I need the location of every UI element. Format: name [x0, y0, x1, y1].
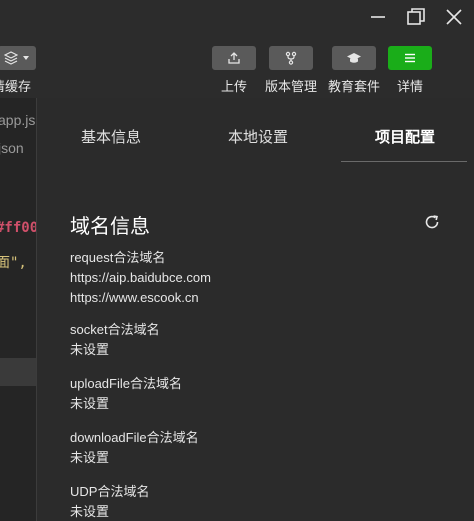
upload-icon: [228, 52, 240, 64]
code-line: 面",: [0, 255, 27, 271]
clear-cache-label: 清缓存: [0, 79, 32, 94]
layers-icon: [4, 51, 18, 65]
restore-icon[interactable]: [405, 6, 427, 28]
edu-label: 教育套件: [327, 79, 380, 94]
upload-box[interactable]: [212, 46, 256, 70]
window-titlebar: [0, 0, 474, 36]
details-button[interactable]: 详情: [388, 46, 432, 95]
minimize-icon[interactable]: [367, 6, 389, 28]
graduation-cap-icon: [347, 53, 361, 63]
domain-value: 未设置: [70, 396, 110, 411]
tab-local-settings[interactable]: 本地设置: [228, 126, 288, 147]
request-domain-group: request合法域名 https://aip.baidubce.com htt…: [70, 248, 211, 308]
domain-label: request合法域名: [70, 250, 166, 265]
education-suite-button[interactable]: 教育套件: [325, 46, 383, 95]
edu-box[interactable]: [332, 46, 376, 70]
code-line: #ff00: [0, 220, 36, 236]
version-label: 版本管理: [264, 79, 317, 94]
domain-value: https://www.escook.cn: [70, 290, 199, 305]
editor-tab-app-js[interactable]: app.js: [0, 108, 35, 132]
domain-value: 未设置: [70, 450, 110, 465]
domain-value: https://aip.baidubce.com: [70, 270, 211, 285]
domain-label: UDP合法域名: [70, 484, 150, 499]
tab-basic-info[interactable]: 基本信息: [81, 126, 141, 147]
refresh-icon[interactable]: [423, 213, 441, 231]
domain-label: socket合法域名: [70, 322, 160, 337]
socket-domain-group: socket合法域名 未设置: [70, 320, 160, 360]
upload-label: 上传: [220, 79, 247, 94]
domain-label: uploadFile合法域名: [70, 376, 182, 391]
editor-strip: app.js json #ff00 面",: [0, 98, 36, 521]
details-panel: 基本信息 本地设置 项目配置 域名信息 request合法域名 https://…: [36, 98, 474, 521]
uploadfile-domain-group: uploadFile合法域名 未设置: [70, 374, 182, 414]
tab-project-config[interactable]: 项目配置: [375, 126, 435, 147]
section-title: 域名信息: [70, 216, 150, 238]
domain-label: downloadFile合法域名: [70, 430, 199, 445]
menu-icon: [405, 53, 415, 63]
domain-value: 未设置: [70, 342, 110, 357]
editor-tab-json[interactable]: json: [0, 136, 34, 160]
details-label: 详情: [396, 79, 423, 94]
version-box[interactable]: [269, 46, 313, 70]
cache-box[interactable]: [0, 46, 36, 70]
selected-row: [0, 358, 36, 386]
domain-value: 未设置: [70, 504, 110, 519]
branch-icon: [285, 51, 297, 65]
downloadfile-domain-group: downloadFile合法域名 未设置: [70, 428, 199, 468]
toolbar: 清缓存 上传 版本管理 教育套件 详情: [0, 36, 474, 98]
details-tabs: 基本信息 本地设置 项目配置: [37, 98, 474, 162]
udp-domain-group: UDP合法域名 未设置: [70, 482, 149, 521]
chevron-down-icon: [23, 56, 29, 60]
active-tab-indicator: [341, 161, 467, 162]
clear-cache-button[interactable]: 清缓存: [0, 46, 40, 95]
close-icon[interactable]: [443, 6, 465, 28]
details-box[interactable]: [388, 46, 432, 70]
upload-button[interactable]: 上传: [212, 46, 256, 95]
version-management-button[interactable]: 版本管理: [262, 46, 320, 95]
